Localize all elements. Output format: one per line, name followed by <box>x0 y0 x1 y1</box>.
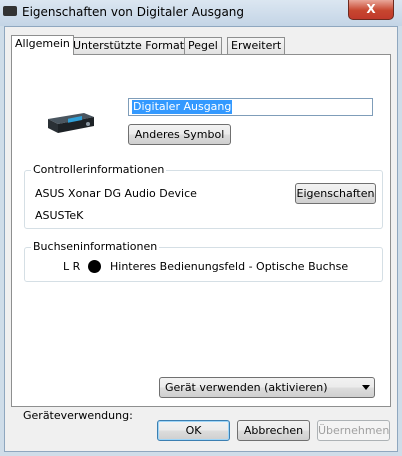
digital-output-device-icon <box>48 113 94 133</box>
close-button[interactable]: X <box>348 0 394 20</box>
controller-info-group: Controllerinformationen ASUS Xonar DG Au… <box>24 163 383 229</box>
tab-allgemein[interactable]: Allgemein <box>11 35 74 55</box>
controller-device-name: ASUS Xonar DG Audio Device <box>35 187 197 200</box>
tab-erweitert[interactable]: Erweitert <box>227 37 286 54</box>
device-name-field[interactable]: Digitaler Ausgang <box>128 98 373 116</box>
jack-info-title: Buchseninformationen <box>31 240 160 253</box>
controller-info-title: Controllerinformationen <box>31 163 167 176</box>
general-panel: Digitaler Ausgang Anderes Symbol Control… <box>11 54 391 422</box>
controller-properties-button[interactable]: Eigenschaften <box>295 183 376 204</box>
device-usage-label: Geräteverwendung: <box>23 409 133 422</box>
device-usage-dropdown[interactable]: Gerät verwenden (aktivieren) <box>159 377 375 398</box>
cancel-button[interactable]: Abbrechen <box>237 420 310 441</box>
jack-info-group: Buchseninformationen L R Hinteres Bedien… <box>24 240 383 282</box>
controller-vendor: ASUSTeK <box>35 209 84 222</box>
window-title: Eigenschaften von Digitaler Ausgang <box>22 5 245 19</box>
dialog-body: Allgemein Unterstützte Formate Pegel Erw… <box>4 26 398 452</box>
ok-button[interactable]: OK <box>157 420 230 441</box>
jack-channels: L R <box>63 260 81 273</box>
chevron-down-icon <box>362 385 370 390</box>
device-usage-selected: Gerät verwenden (aktivieren) <box>165 381 328 394</box>
device-name-text: Digitaler Ausgang <box>132 100 233 114</box>
tab-unterstuetzte-formate[interactable]: Unterstützte Formate <box>69 37 195 54</box>
apply-button[interactable]: Übernehmen <box>317 420 390 441</box>
change-icon-button[interactable]: Anderes Symbol <box>128 124 231 145</box>
title-bar[interactable]: Eigenschaften von Digitaler Ausgang X <box>0 0 402 26</box>
tab-pegel[interactable]: Pegel <box>184 37 222 54</box>
jack-description: Hinteres Bedienungsfeld - Optische Buchs… <box>110 260 349 273</box>
speaker-device-icon <box>3 6 17 16</box>
jack-color-indicator <box>88 260 101 273</box>
